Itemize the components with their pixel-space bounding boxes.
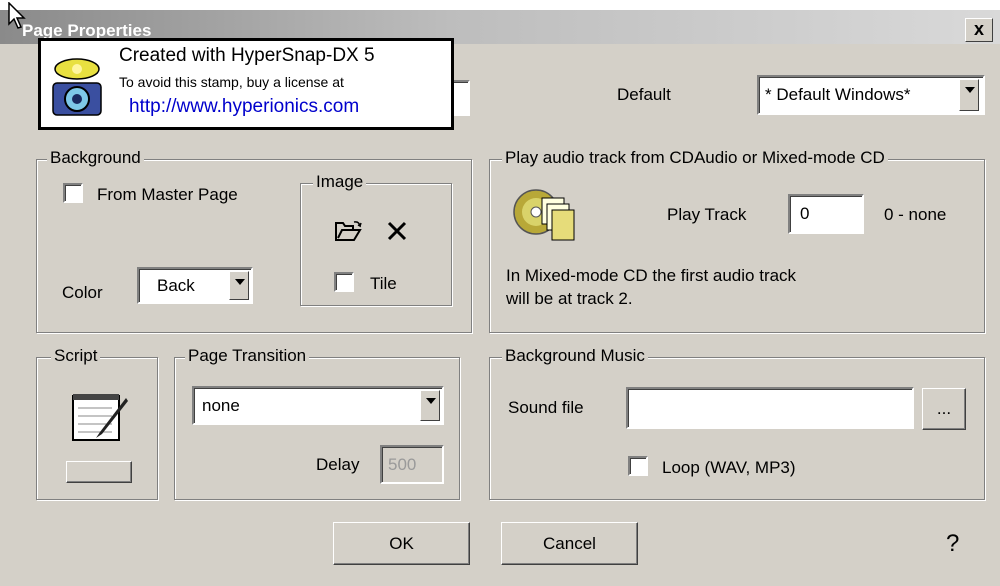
default-label: Default [617, 85, 671, 104]
folder-open-icon[interactable] [334, 220, 362, 242]
tile-label: Tile [370, 274, 397, 293]
camera-icon [52, 58, 102, 116]
help-question-icon[interactable]: ? [946, 530, 959, 558]
play-track-label: Play Track [667, 205, 747, 224]
delay-value: 500 [388, 455, 417, 474]
template-dropdown-value: * Default Windows* [765, 85, 911, 104]
notepad-script-icon[interactable] [70, 390, 130, 444]
image-group-label: Image [313, 172, 367, 192]
track-hint: 0 - none [884, 205, 947, 224]
from-master-page-checkbox[interactable] [63, 183, 83, 203]
background-music-group-label: Background Music [502, 346, 648, 366]
audio-note-line2: will be at track 2. [506, 289, 633, 308]
ok-button[interactable]: OK [333, 522, 470, 565]
template-dropdown-arrow[interactable] [959, 79, 979, 111]
cd-audio-icon [513, 189, 575, 241]
stamp-line-1: Created with HyperSnap-DX 5 [119, 45, 375, 66]
transition-dropdown-arrow[interactable] [420, 390, 440, 421]
audio-group-label: Play audio track from CDAudio or Mixed-m… [502, 148, 888, 168]
loop-checkbox[interactable] [628, 456, 648, 476]
tile-checkbox[interactable] [334, 272, 354, 292]
transition-dropdown-value: none [202, 396, 240, 415]
color-dropdown[interactable]: Back [137, 267, 253, 304]
template-dropdown[interactable]: * Default Windows* [757, 75, 985, 115]
stamp-link[interactable]: http://www.hyperionics.com [129, 96, 359, 118]
delay-input[interactable]: 500 [380, 445, 444, 484]
color-label: Color [62, 283, 103, 302]
script-edit-button[interactable] [66, 461, 132, 483]
audio-note-line1: In Mixed-mode CD the first audio track [506, 266, 797, 285]
play-track-value: 0 [800, 204, 810, 223]
color-dropdown-arrow[interactable] [229, 271, 249, 300]
background-group-label: Background [47, 148, 144, 168]
close-button[interactable]: x [965, 18, 993, 42]
hypersnap-stamp: Created with HyperSnap-DX 5 To avoid thi… [38, 38, 454, 130]
transition-dropdown[interactable]: none [192, 386, 444, 425]
play-track-input[interactable]: 0 [788, 194, 864, 234]
color-dropdown-value: Back [157, 276, 195, 295]
x-delete-icon[interactable] [386, 220, 408, 242]
script-group-label: Script [51, 346, 101, 366]
stamp-line-2: To avoid this stamp, buy a license at [119, 74, 344, 90]
mouse-pointer-icon [8, 2, 26, 29]
browse-sound-button[interactable]: ... [922, 388, 966, 430]
page-transition-group-label: Page Transition [185, 346, 310, 366]
loop-label: Loop (WAV, MP3) [662, 458, 796, 477]
sound-file-input[interactable] [626, 387, 914, 429]
delay-label: Delay [316, 455, 360, 474]
cancel-button[interactable]: Cancel [501, 522, 638, 565]
from-master-page-label: From Master Page [97, 185, 238, 204]
sound-file-label: Sound file [508, 398, 584, 417]
